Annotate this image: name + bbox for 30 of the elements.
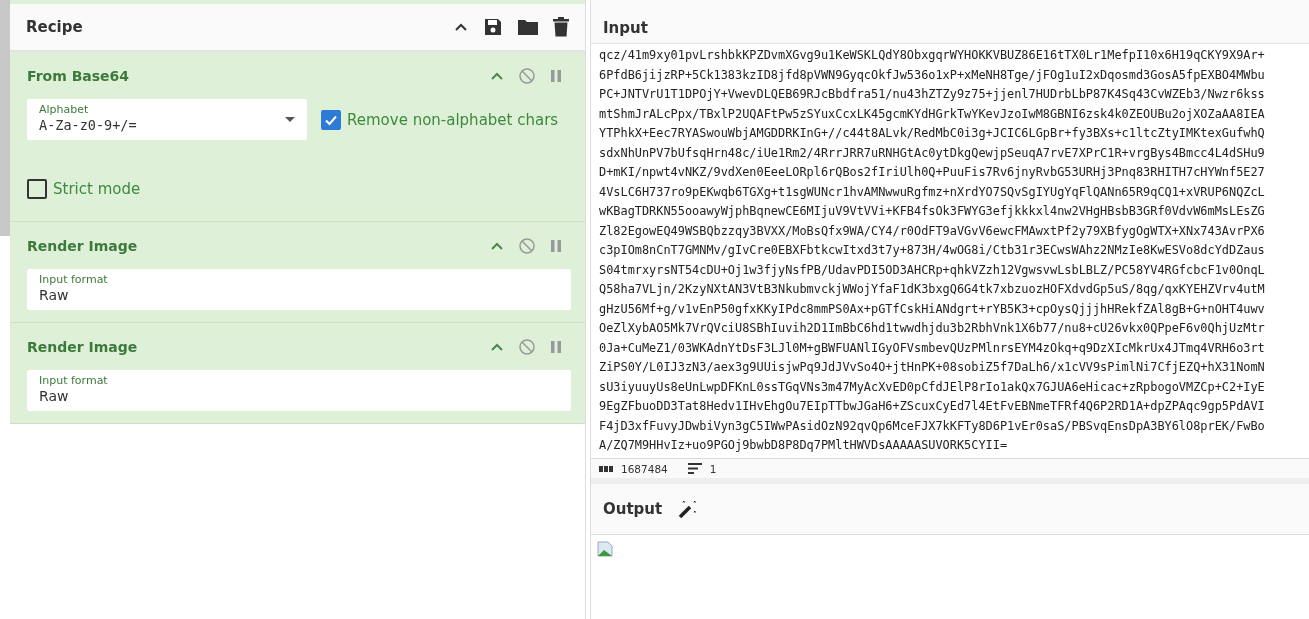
lines-icon bbox=[687, 463, 702, 474]
operation-title: From Base64 bbox=[27, 67, 130, 84]
pause-icon[interactable] bbox=[551, 69, 561, 82]
pause-icon[interactable] bbox=[551, 340, 561, 353]
checkbox[interactable] bbox=[321, 109, 341, 130]
operation-title: Render Image bbox=[27, 338, 138, 355]
output-title: Output bbox=[603, 500, 663, 518]
checkbox-label: Remove non-alphabet chars bbox=[347, 110, 559, 129]
input-format-field[interactable]: Input format Raw bbox=[27, 269, 571, 310]
disable-icon[interactable] bbox=[519, 237, 535, 254]
input-text-area[interactable]: qcz/41m9xy01pvLrshbkKPZDvmXGvg9u1KeWSKLQdY8ObxgqrWYHOKKVBUZ86E16tTX0Lr1MefpI10x6H19qCKY9X9Ar+ 6PfdB6jijzRP+5Ck1383kzID8jfd8pVWN9GyqcOkfJw536o1xP+xMeNH8Tge/jFOg1uI2xDqosmd3GosA5fpEXBO4MWbu PC+JNTVrU1T1DPOjY+VwevDLQEB69RJcBbdfra51/nu43hZTZy9z75+jjenl7HUDrbLbP87K4Sq43CvWZEb3/Nwzr6kss mtShmJrALcPpx/TBxlP2UQAFtPw5zSYuxCcxLK45gcmKYdHGrkTwYKevJzoIwM8GBNI6zsk4k0ZEOUBu2ojXOZaAA8IEA YTPhkX+Eec7RYASwouWbjAMGDDRKInG+//c44t8ALvk/RedMbC0i3g+JCIC6LGpBr+fy3BXs+c1ltcZtyIMKtexGufwhQ sdxNhUnPV7bUfsqHrn48c/iUe1Rm2/4RrrJRR7uRNHGtAc0ytDkgQewjpSeuqA7rvE7XPrC1R+vrgBys4Bmcc4L4dSHu9 D+mKI/npwt4vNKZ/9vdXen0EeeLORpl6rQBos2fIriUlh0Q+PuuFis7Rv6jnyRvbG53URHj3Pnq83RHITH7cHYWnf5E27 4VsLC6H737ro9pEKwqb6TGXg+t1sgWUNcr1hvAMNwwuRgfmz+nXrdYO7SQvSgIYUgYqFlQANn65R9qCQ1+xVRUP6NQZcL wKBagTDRKN55ooawyWjphBqnewCE6MIjuV9VtVVi+KFB4fsOk3FWYG3efjkkkxl4nw2VHgHBsbB3GRf0VdvW6mMsLEsZG Zl82EgowEQ49WSBQbzzqy3BVXX/MoBsQfx9WA/CY4/r0OdFT9aVGvV6ewcFMAwxtPf2y79XBfygOgWTX+XNx743AvrPX6 c3pIOm8nCnT7GMNMv/gIvCre0EBXFbtkcwItxd3t7y+873H/4wOG8i/Ctb31r3ECwsWAhz2NMzIe8KwESVo8dcYdDZaus S04tmrxyrsNT54cDU+Oj1w3fjyNsfPB/UdavPDI5OD3AHCRp+qhkVZzh12VgwsvwLsbLBLZ/PC58YV4RGfcbcF1v0OnqL Q58ha7VLjn/2KzyNXtAN3VtB3NkubmvckjWWojYfaF1dK3bxgQ6G4tk7xbzuozHOFXdvdGp5uS/8qg/qxKYEHZVrv4utM gHzU56Mf+g/v1vEnP50gfxKKyIPdc8mmPS0Ax+pGTfCskHiANdgrt+rYB5K3+cpOysQjjjhHRekfZAl8gB+G+nOHT4uwv OeZlXybAO5Mk7VrQVciU8SBhIuvih2D1ImBbC6hd1twwdhjdu3b2RbhVnk1X6b77/nu8+cU26vkx0QPpeF6v0QhjUzMtr 0Ja+CuMeZ1/03WKAdnYtDsF3LJl0M+gBWFUANlIGyOFVsmbevQUzPMlnrsEYM4zOkq+q9DzXIcMkrUx4JTmq4VRH6o3rt ZiPS0Y/L0IJ3zN3/aex3g9UUisjwPq9JdJVvSo4O+jtHnPK+08sobiZ5f7DaLh6/x1cVV9sPimlNi7CfjEZQ+hX31NomN sU3iyuuyUs8eUnLwpDFKnL0ssTGqVNs3m47MyAcXvED0pCfdJElP8rIo1akQx7GJUA6eHicac+zRpbogoVMZCp+C2+IyE 9EgZFbuoDD3Tat8Hedv1IHvEhgOu7EIpTTbwJGaH6+ZScuxCyEd7l4EtFvEBNmeTFRf4Q6P2RD1A+dpZPAqc9gp5PdAVI F4jD3xfFuvyJDwbiVyn3gC5IWwPAsidOzN92qvQp6MceFJX7kKFTy8D6P1vEr0saS/PBSvqEnsDpA3BY6lO8prEK/FwBo A/ZQ7M9HHvIz+uo9PGOj9bwbD8P8Dq7PMltHWVDsAAAAASUVORK5CYII= bbox=[591, 44, 1309, 458]
save-icon[interactable] bbox=[483, 17, 503, 37]
input-format-field[interactable]: Input format Raw bbox=[27, 370, 571, 411]
broken-image-icon bbox=[597, 541, 613, 557]
scrollbar[interactable] bbox=[0, 0, 10, 236]
length-count: 1687484 bbox=[621, 462, 668, 475]
disable-icon[interactable] bbox=[519, 338, 535, 355]
caret-down-icon bbox=[285, 117, 295, 122]
disable-icon[interactable] bbox=[519, 67, 535, 84]
alphabet-dropdown[interactable]: Alphabet A-Za-z0-9+/= bbox=[27, 99, 307, 140]
magic-wand-icon[interactable] bbox=[678, 499, 699, 519]
checkbox-label: Strict mode bbox=[53, 179, 141, 198]
checkbox[interactable] bbox=[27, 178, 47, 199]
line-count: 1 bbox=[709, 462, 717, 475]
input-title: Input bbox=[603, 18, 648, 37]
recipe-title: Recipe bbox=[26, 18, 83, 36]
folder-icon[interactable] bbox=[517, 18, 539, 36]
pause-icon[interactable] bbox=[551, 239, 561, 252]
operation-title: Render Image bbox=[27, 237, 138, 254]
trash-icon[interactable] bbox=[553, 17, 569, 37]
